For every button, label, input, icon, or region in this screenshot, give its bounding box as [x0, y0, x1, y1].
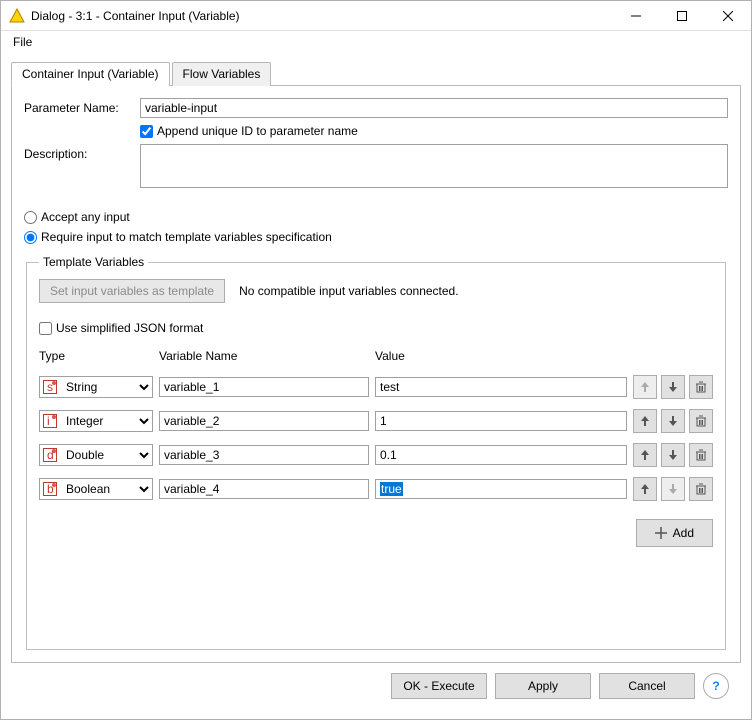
- add-button-label: Add: [673, 526, 694, 540]
- window-controls: [613, 1, 751, 31]
- arrow-up-icon: [640, 450, 650, 460]
- table-row: iStringIntegerDoubleBoolean: [39, 409, 713, 433]
- apply-button[interactable]: Apply: [495, 673, 591, 699]
- group-template-variables: Template Variables Set input variables a…: [26, 255, 726, 650]
- move-down-button[interactable]: [661, 409, 685, 433]
- row-radio-require: Require input to match template variable…: [24, 230, 728, 244]
- variable-name-input[interactable]: [159, 411, 369, 431]
- help-icon: ?: [712, 679, 719, 693]
- variable-value-input[interactable]: [375, 377, 627, 397]
- table-row: dStringIntegerDoubleBoolean: [39, 443, 713, 467]
- variable-name-input[interactable]: [159, 479, 369, 499]
- header-type: Type: [39, 349, 153, 363]
- type-select[interactable]: StringIntegerDoubleBoolean: [39, 478, 153, 500]
- cancel-button[interactable]: Cancel: [599, 673, 695, 699]
- trash-icon: [696, 415, 706, 427]
- plus-icon: [655, 527, 667, 539]
- arrow-down-icon: [668, 484, 678, 494]
- hint-no-variables: No compatible input variables connected.: [239, 284, 458, 298]
- move-down-button[interactable]: [661, 443, 685, 467]
- variable-value-input[interactable]: true: [375, 479, 627, 499]
- tab-flow-variables[interactable]: Flow Variables: [172, 62, 272, 86]
- variable-name-input[interactable]: [159, 377, 369, 397]
- move-down-button[interactable]: [661, 375, 685, 399]
- help-button[interactable]: ?: [703, 673, 729, 699]
- trash-icon: [696, 449, 706, 461]
- variable-name-input[interactable]: [159, 445, 369, 465]
- parameter-name-input[interactable]: [140, 98, 728, 118]
- app-icon: [9, 8, 25, 24]
- header-value: Value: [375, 349, 619, 363]
- move-down-button[interactable]: [661, 477, 685, 501]
- move-up-button[interactable]: [633, 409, 657, 433]
- arrow-down-icon: [668, 382, 678, 392]
- dialog-footer: OK - Execute Apply Cancel ?: [11, 663, 741, 709]
- maximize-icon: [677, 11, 687, 21]
- label-parameter-name: Parameter Name:: [24, 98, 140, 115]
- radio-require-template[interactable]: [24, 231, 37, 244]
- close-button[interactable]: [705, 1, 751, 31]
- row-radio-accept: Accept any input: [24, 210, 728, 224]
- type-select[interactable]: StringIntegerDoubleBoolean: [39, 376, 153, 398]
- arrow-up-icon: [640, 416, 650, 426]
- row-parameter-name: Parameter Name:: [24, 98, 728, 118]
- label-radio-accept: Accept any input: [41, 210, 130, 224]
- type-select[interactable]: StringIntegerDoubleBoolean: [39, 410, 153, 432]
- label-radio-require: Require input to match template variable…: [41, 230, 332, 244]
- variables-header: Type Variable Name Value: [39, 349, 713, 365]
- label-simplified-json: Use simplified JSON format: [56, 321, 203, 335]
- trash-icon: [696, 483, 706, 495]
- delete-row-button[interactable]: [689, 409, 713, 433]
- tab-panel-container: Parameter Name: Append unique ID to para…: [11, 86, 741, 663]
- minimize-icon: [631, 11, 641, 21]
- type-select[interactable]: StringIntegerDoubleBoolean: [39, 444, 153, 466]
- trash-icon: [696, 381, 706, 393]
- simplified-json-checkbox[interactable]: [39, 322, 52, 335]
- arrow-up-icon: [640, 382, 650, 392]
- arrow-up-icon: [640, 484, 650, 494]
- arrow-down-icon: [668, 450, 678, 460]
- close-icon: [723, 11, 733, 21]
- delete-row-button[interactable]: [689, 477, 713, 501]
- window-title: Dialog - 3:1 - Container Input (Variable…: [31, 9, 613, 23]
- tab-container-input[interactable]: Container Input (Variable): [11, 62, 170, 86]
- move-up-button[interactable]: [633, 375, 657, 399]
- row-append-id: Append unique ID to parameter name: [24, 124, 728, 138]
- delete-row-button[interactable]: [689, 443, 713, 467]
- label-append-id: Append unique ID to parameter name: [157, 124, 358, 138]
- menu-file[interactable]: File: [7, 33, 38, 51]
- header-name: Variable Name: [159, 349, 369, 363]
- row-description: Description:: [24, 144, 728, 191]
- dialog-window: Dialog - 3:1 - Container Input (Variable…: [0, 0, 752, 720]
- label-description: Description:: [24, 144, 140, 161]
- client-area: Container Input (Variable) Flow Variable…: [1, 53, 751, 719]
- legend-template-variables: Template Variables: [39, 255, 148, 269]
- arrow-down-icon: [668, 416, 678, 426]
- description-textarea[interactable]: [140, 144, 728, 188]
- variable-value-input[interactable]: [375, 445, 627, 465]
- move-up-button[interactable]: [633, 443, 657, 467]
- minimize-button[interactable]: [613, 1, 659, 31]
- ok-execute-button[interactable]: OK - Execute: [391, 673, 487, 699]
- set-template-button[interactable]: Set input variables as template: [39, 279, 225, 303]
- move-up-button[interactable]: [633, 477, 657, 501]
- table-row: bStringIntegerDoubleBooleantrue: [39, 477, 713, 501]
- tabstrip: Container Input (Variable) Flow Variable…: [11, 61, 741, 86]
- menubar: File: [1, 31, 751, 53]
- titlebar: Dialog - 3:1 - Container Input (Variable…: [1, 1, 751, 31]
- append-id-checkbox[interactable]: [140, 125, 153, 138]
- radio-accept-any[interactable]: [24, 211, 37, 224]
- maximize-button[interactable]: [659, 1, 705, 31]
- add-variable-button[interactable]: Add: [636, 519, 713, 547]
- variables-table: Type Variable Name Value sStringIntegerD…: [39, 349, 713, 501]
- delete-row-button[interactable]: [689, 375, 713, 399]
- variable-value-input[interactable]: [375, 411, 627, 431]
- table-row: sStringIntegerDoubleBoolean: [39, 375, 713, 399]
